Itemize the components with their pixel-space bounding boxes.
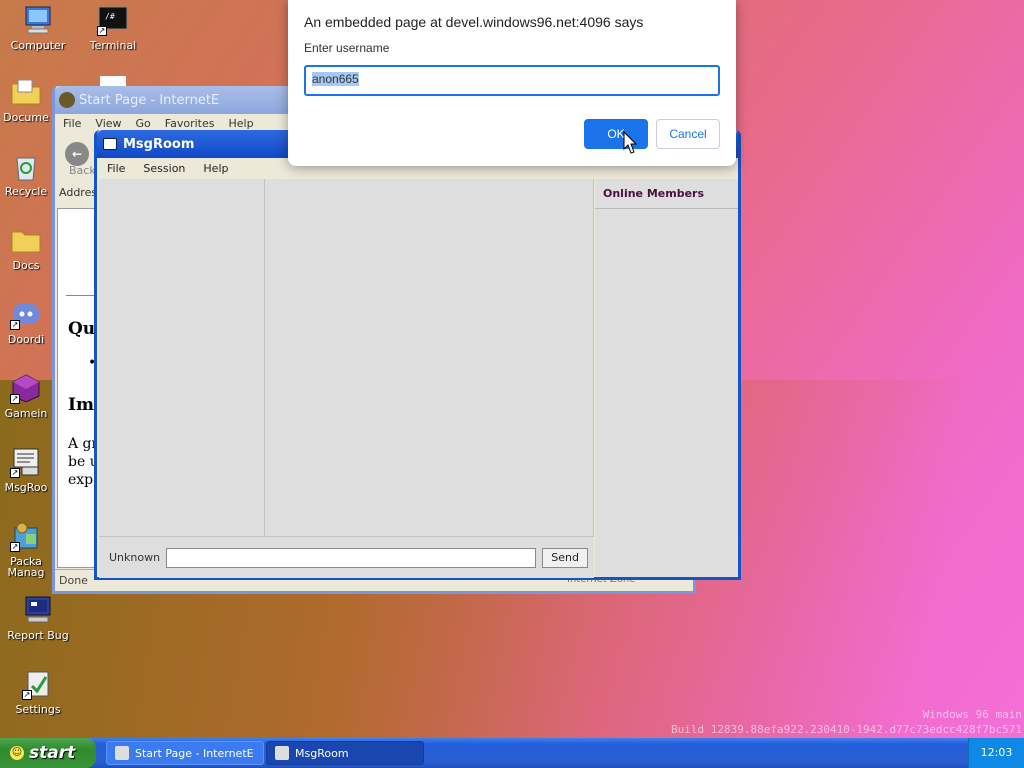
partial-file-icon — [100, 76, 126, 86]
message-input[interactable] — [166, 547, 537, 568]
msgroom-members-pane[interactable]: Online Members — [595, 179, 738, 577]
recycle-bin-icon — [10, 150, 42, 182]
dialog-title: An embedded page at devel.windows96.net:… — [304, 14, 644, 30]
desktop-icon-computer[interactable]: Computer — [0, 4, 76, 52]
start-smiley-icon: ☺ — [10, 746, 24, 760]
current-user-label: Unknown — [109, 551, 161, 564]
username-input[interactable]: anon665 — [304, 65, 720, 96]
ok-button[interactable]: OK — [584, 119, 648, 149]
terminal-icon: /# ↗ — [97, 4, 129, 36]
svg-text:/#: /# — [105, 12, 115, 21]
cancel-button[interactable]: Cancel — [656, 119, 720, 149]
build-watermark-line2: Build 12839.88efa922.230410-1942.d77c73e… — [671, 723, 1022, 736]
desktop-icon-label: Settings — [15, 703, 61, 716]
msgroom-app-icon — [103, 138, 117, 150]
desktop-icon-label: Doordi — [7, 333, 45, 346]
msgroom-window[interactable]: MsgRoom File Session Help Online Members… — [94, 130, 741, 580]
desktop-icon-msgroom[interactable]: ↗ MsgRoo — [0, 446, 52, 494]
msgroom-messages-pane[interactable] — [265, 179, 594, 536]
msgroom-menu-help[interactable]: Help — [203, 162, 228, 175]
computer-icon — [22, 4, 54, 36]
desktop-icon-recycle[interactable]: Recycle — [0, 150, 52, 198]
ie-menu-favorites[interactable]: Favorites — [165, 117, 215, 130]
ie-window-title: Start Page - InternetE — [79, 92, 220, 108]
ie-status-text: Done — [59, 574, 88, 587]
send-button[interactable]: Send — [542, 547, 589, 568]
desktop-icon-label: Docs — [12, 259, 40, 272]
msgroom-window-title: MsgRoom — [123, 136, 195, 152]
ie-menu-go[interactable]: Go — [136, 117, 151, 130]
ie-menu-help[interactable]: Help — [229, 117, 254, 130]
desktop-icon-label: Docume — [3, 111, 49, 124]
msgroom-icon: ↗ — [10, 446, 42, 478]
desktop-icon-label: MsgRoo — [4, 481, 48, 494]
discord-icon: ↗ — [10, 298, 42, 330]
online-members-title: Online Members — [595, 179, 738, 209]
settings-icon: ↗ — [22, 668, 54, 700]
desktop-icon-settings[interactable]: ↗ Settings — [0, 668, 76, 716]
report-bug-icon — [22, 594, 54, 626]
system-tray-clock[interactable]: 12:03 — [968, 738, 1024, 768]
start-label: start — [29, 743, 76, 763]
taskbar: ☺ start Start Page - InternetE MsgRoom 1… — [0, 738, 1024, 768]
desktop-icon-documents[interactable]: Docume — [0, 76, 52, 124]
desktop-icon-label-line2: Manag — [7, 566, 45, 579]
msgroom-compose-bar: Unknown Send — [99, 536, 594, 578]
msgroom-rooms-pane[interactable] — [99, 179, 265, 536]
ie-menu-file[interactable]: File — [63, 117, 81, 130]
taskbar-item-label: Start Page - InternetE — [135, 746, 254, 760]
ie-menu-view[interactable]: View — [95, 117, 121, 130]
build-watermark-line1: Windows 96 main — [922, 708, 1022, 721]
ie-task-icon — [115, 746, 129, 760]
desktop-icon-doordi[interactable]: ↗ Doordi — [0, 298, 52, 346]
game-cube-icon: ↗ — [10, 372, 42, 404]
ie-back-label[interactable]: Back — [69, 164, 96, 177]
taskbar-item-internet-explorer[interactable]: Start Page - InternetE — [106, 741, 264, 765]
desktop-icon-docs[interactable]: Docs — [0, 224, 52, 272]
ie-app-icon — [59, 92, 75, 108]
desktop-icon-label: Terminal — [89, 39, 137, 52]
desktop-icon-gamein[interactable]: ↗ Gamein — [0, 372, 52, 420]
taskbar-item-label: MsgRoom — [295, 746, 349, 760]
msgroom-menu-file[interactable]: File — [107, 162, 125, 175]
desktop-icon-label: Report Bug — [7, 629, 69, 642]
desktop-icon-package-manager[interactable]: ↗ Packa Manag — [0, 520, 52, 579]
folder-icon — [10, 224, 42, 256]
mouse-cursor-icon — [623, 131, 637, 154]
desktop-icon-terminal[interactable]: /# ↗ Terminal — [75, 4, 151, 52]
desktop-icon-label: Gamein — [4, 407, 48, 420]
back-arrow-icon[interactable]: ← — [65, 142, 89, 166]
start-button[interactable]: ☺ start — [0, 738, 96, 768]
desktop-icon-report-bug[interactable]: Report Bug — [0, 594, 76, 642]
taskbar-item-msgroom[interactable]: MsgRoom — [266, 741, 424, 765]
desktop-icon-label: Recycle — [4, 185, 48, 198]
package-icon: ↗ — [10, 520, 42, 552]
msgroom-task-icon — [275, 746, 289, 760]
documents-folder-icon — [10, 76, 42, 108]
dialog-prompt: Enter username — [304, 41, 390, 55]
username-prompt-dialog: An embedded page at devel.windows96.net:… — [288, 0, 736, 166]
desktop-icon-label: Computer — [10, 39, 66, 52]
username-input-value: anon665 — [312, 72, 359, 86]
msgroom-menu-session[interactable]: Session — [143, 162, 185, 175]
